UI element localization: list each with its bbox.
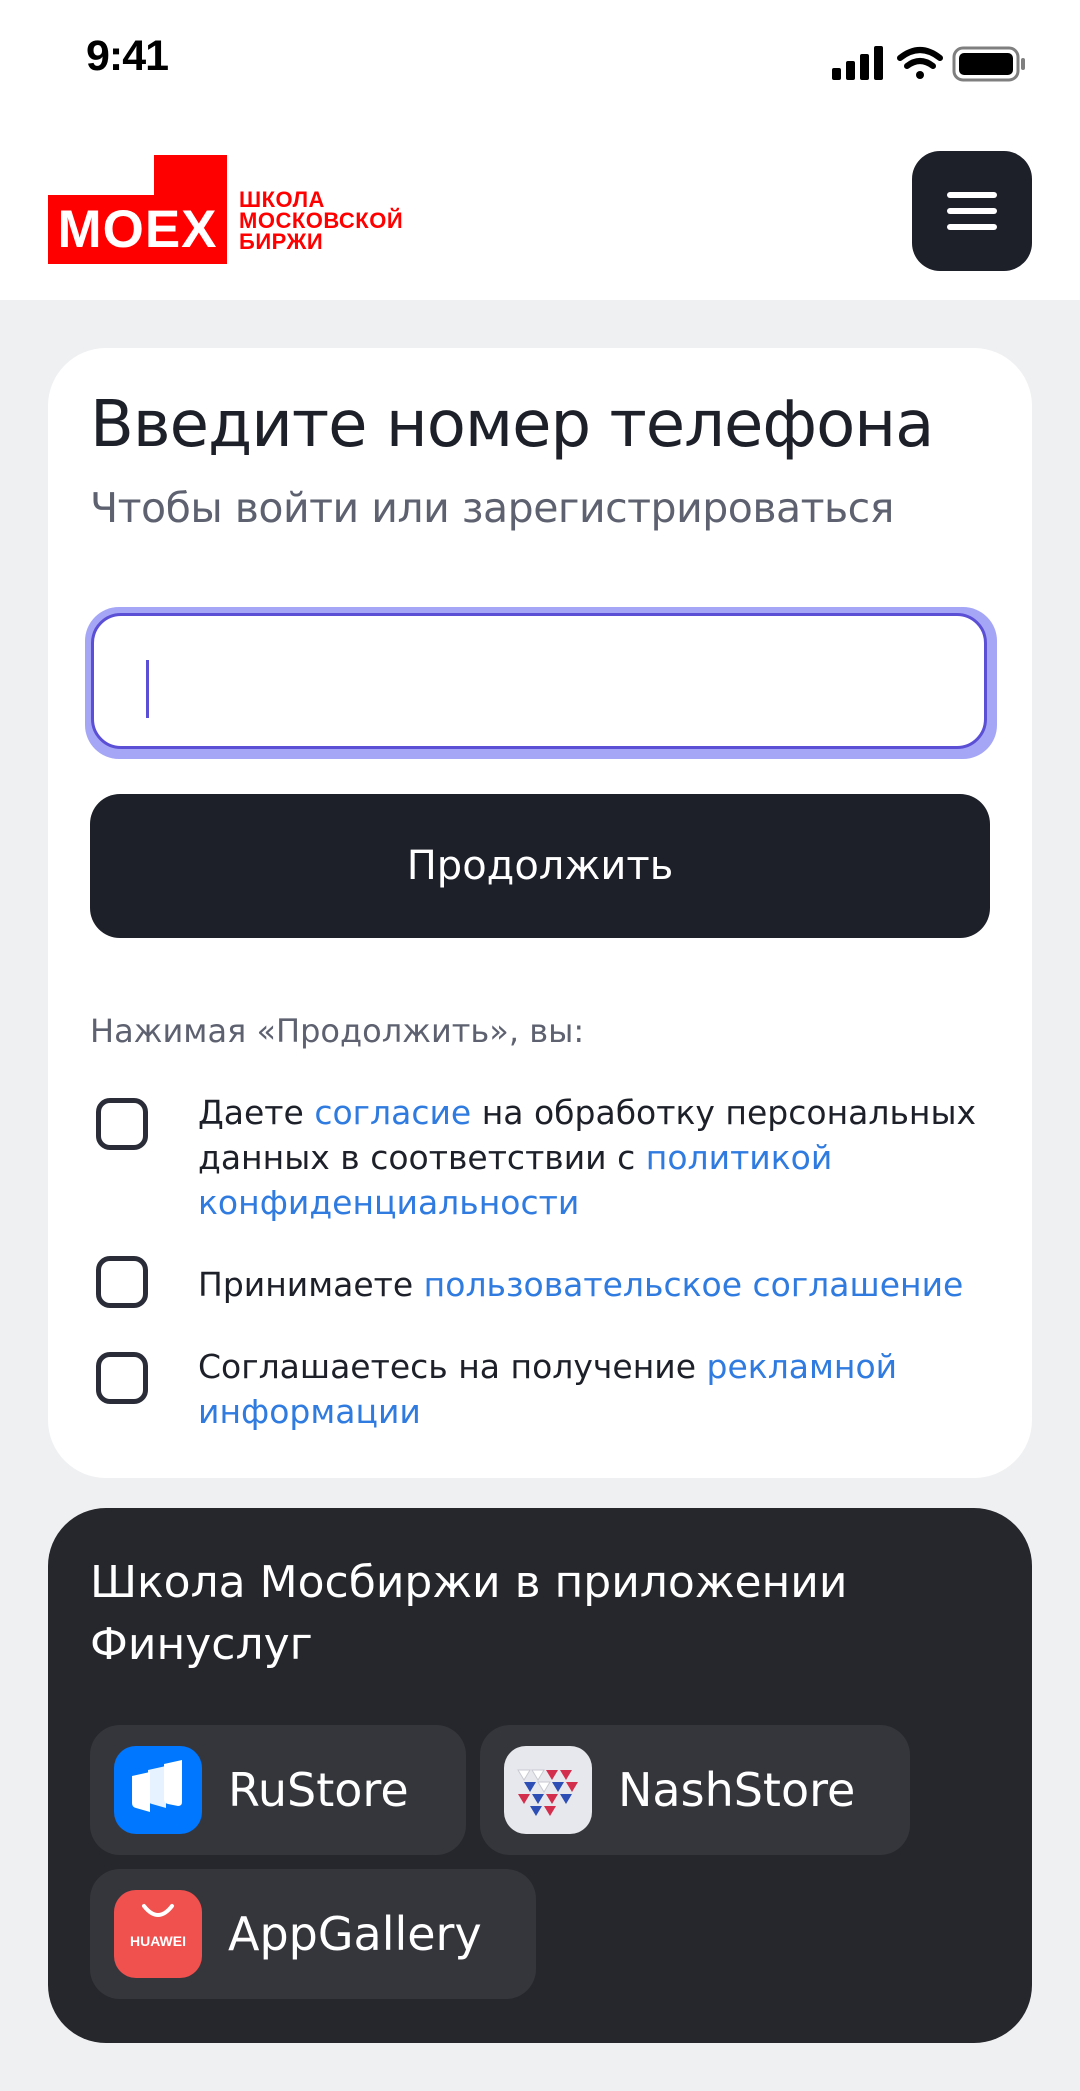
text-caret	[146, 660, 149, 718]
status-icons	[832, 46, 1025, 82]
consent-text-part: Соглашаетесь на получение	[198, 1347, 707, 1386]
header: MOEX ШКОЛА МОСКОВСКОЙ БИРЖИ	[0, 125, 1080, 300]
phone-input[interactable]	[91, 613, 987, 749]
consent-link[interactable]: согласие	[314, 1093, 471, 1132]
phone-field-focus-ring	[85, 607, 997, 759]
user-agreement-link[interactable]: пользовательское соглашение	[424, 1265, 964, 1304]
status-time: 9:41	[86, 32, 169, 80]
rustore-icon	[114, 1746, 202, 1834]
personal-data-consent-checkbox[interactable]	[96, 1098, 148, 1150]
login-card: Введите номер телефона Чтобы войти или з…	[48, 348, 1032, 1478]
user-agreement-checkbox[interactable]	[96, 1256, 148, 1308]
logo-red-block	[154, 155, 227, 195]
battery-icon	[952, 46, 1025, 82]
page-title: Введите номер телефона	[90, 388, 934, 462]
logo-brand: MOEX	[48, 195, 227, 264]
moex-school-logo[interactable]: MOEX ШКОЛА МОСКОВСКОЙ БИРЖИ	[48, 155, 428, 270]
logo-line: МОСКОВСКОЙ	[239, 208, 404, 233]
cellular-signal-icon	[832, 46, 883, 80]
user-agreement-text: Принимаете пользовательское соглашение	[198, 1262, 988, 1307]
appgallery-button[interactable]: HUAWEI AppGallery	[90, 1869, 536, 1999]
advertising-consent-checkbox[interactable]	[96, 1352, 148, 1404]
nashstore-icon	[504, 1746, 592, 1834]
consent-text-part: Даете	[198, 1093, 315, 1132]
appgallery-label: AppGallery	[228, 1907, 482, 1961]
page-subtitle: Чтобы войти или зарегистрироваться	[90, 484, 894, 532]
appgallery-icon: HUAWEI	[114, 1890, 202, 1978]
wifi-icon	[897, 47, 943, 79]
nashstore-label: NashStore	[618, 1763, 856, 1817]
continue-button[interactable]: Продолжить	[90, 794, 990, 938]
status-bar: 9:41	[0, 0, 1080, 125]
consent-text-part: Принимаете	[198, 1265, 424, 1304]
rustore-button[interactable]: RuStore	[90, 1725, 466, 1855]
logo-line: ШКОЛА	[239, 187, 325, 212]
personal-data-consent-text: Даете согласие на обработку персональных…	[198, 1090, 988, 1225]
logo-line: БИРЖИ	[239, 229, 324, 254]
nashstore-button[interactable]: NashStore	[480, 1725, 910, 1855]
rustore-label: RuStore	[228, 1763, 409, 1817]
huawei-icon-text: HUAWEI	[130, 1933, 186, 1949]
advertising-consent-text: Соглашаетесь на получение рекламной инфо…	[198, 1344, 988, 1434]
apps-promo-card: Школа Мосбиржи в приложении Финуслуг RuS…	[48, 1508, 1032, 2043]
apps-promo-title: Школа Мосбиржи в приложении Финуслуг	[90, 1557, 848, 1670]
logo-text: ШКОЛА МОСКОВСКОЙ БИРЖИ	[239, 187, 429, 254]
consent-intro: Нажимая «Продолжить», вы:	[90, 1012, 585, 1050]
menu-button[interactable]	[912, 151, 1032, 271]
